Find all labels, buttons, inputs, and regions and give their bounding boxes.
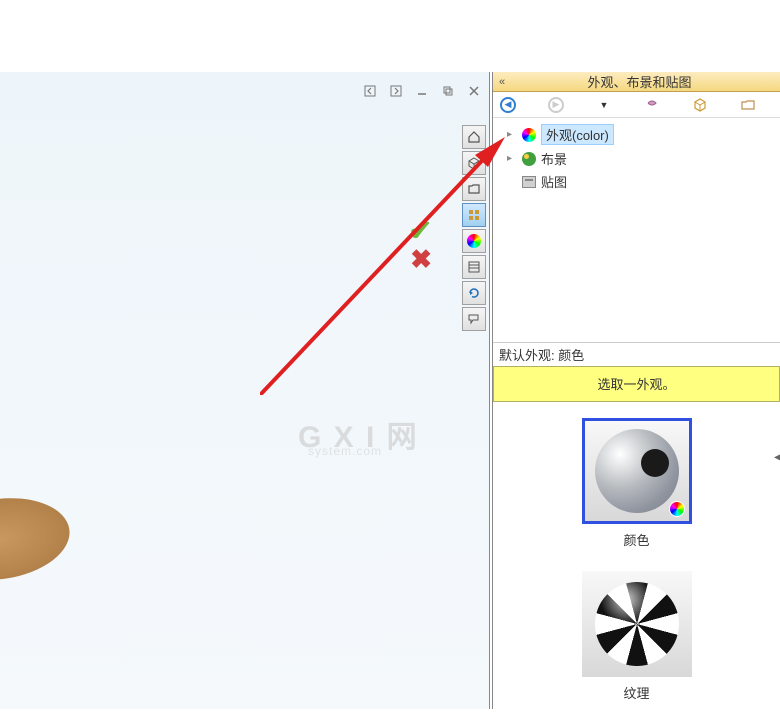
- cancel-icon[interactable]: ✖: [410, 244, 432, 275]
- preview-grid: 颜色 纹理: [493, 402, 780, 728]
- graphics-viewport[interactable]: ✔ ✖ G X I 网 system.com: [0, 72, 490, 709]
- resize-handle[interactable]: ◀▶: [774, 452, 780, 464]
- color-badge-icon: [669, 501, 685, 517]
- view-palette-tab[interactable]: [462, 203, 486, 227]
- default-appearance-label: 默认外观: 颜色: [493, 342, 780, 366]
- chevron-right-icon[interactable]: ▸: [507, 129, 517, 140]
- watermark-text: G X I 网: [298, 412, 419, 456]
- nav-forward-button[interactable]: ▶: [547, 96, 565, 114]
- design-library-tab[interactable]: [462, 151, 486, 175]
- close-button[interactable]: [465, 84, 483, 98]
- decal-icon: [521, 174, 537, 190]
- properties-tab[interactable]: [462, 255, 486, 279]
- scene-icon: [521, 151, 537, 167]
- tree-item-scene[interactable]: ▸ 布景: [499, 147, 774, 170]
- tree-item-decal[interactable]: 贴图: [499, 170, 774, 193]
- nav-toolbar: ◀ ▶ ▼: [493, 92, 780, 118]
- appearance-tree: ▸ 外观(color) ▸ 布景 贴图: [493, 118, 780, 342]
- preview-item-texture[interactable]: 纹理: [582, 571, 692, 702]
- taskpane-tabs: [462, 125, 488, 331]
- nav-dropdown-icon[interactable]: ▼: [595, 96, 613, 114]
- preview-label-color: 颜色: [582, 530, 692, 549]
- prev-view-button[interactable]: [361, 84, 379, 98]
- tree-label-scene: 布景: [541, 149, 567, 168]
- chevron-right-icon[interactable]: ▸: [507, 153, 517, 164]
- nav-cube-button[interactable]: [691, 96, 709, 114]
- texture-thumbnail[interactable]: [582, 571, 692, 677]
- forum-tab[interactable]: [462, 307, 486, 331]
- preview-item-color[interactable]: 颜色: [582, 418, 692, 549]
- preview-label-texture: 纹理: [582, 683, 692, 702]
- model-geometry[interactable]: [0, 490, 75, 589]
- nav-back-button[interactable]: ◀: [499, 96, 517, 114]
- home-tab[interactable]: [462, 125, 486, 149]
- maximize-button[interactable]: [439, 84, 457, 98]
- next-view-button[interactable]: [387, 84, 405, 98]
- taskpane-title: 外观、布景和贴图: [505, 72, 774, 91]
- window-controls: [361, 84, 483, 98]
- file-explorer-tab[interactable]: [462, 177, 486, 201]
- tree-label-appearance: 外观(color): [541, 124, 614, 145]
- nav-folder-button[interactable]: [739, 96, 757, 114]
- minimize-button[interactable]: [413, 84, 431, 98]
- nav-filter-button[interactable]: [643, 96, 661, 114]
- tree-label-decal: 贴图: [541, 172, 567, 191]
- appearances-tab[interactable]: [462, 229, 486, 253]
- appearance-prompt: 选取一外观。: [493, 366, 780, 402]
- accept-icon[interactable]: ✔: [409, 214, 432, 247]
- refresh-tab[interactable]: [462, 281, 486, 305]
- color-thumbnail[interactable]: [582, 418, 692, 524]
- tree-item-appearance[interactable]: ▸ 外观(color): [499, 122, 774, 147]
- color-ball-icon: [521, 127, 537, 143]
- taskpane-panel: « 外观、布景和贴图 ◀ ▶ ▼ ▸ 外观(color) ▸ 布景 贴图 默认外…: [492, 72, 780, 709]
- taskpane-header: « 外观、布景和贴图: [493, 72, 780, 92]
- watermark-subtext: system.com: [308, 444, 382, 458]
